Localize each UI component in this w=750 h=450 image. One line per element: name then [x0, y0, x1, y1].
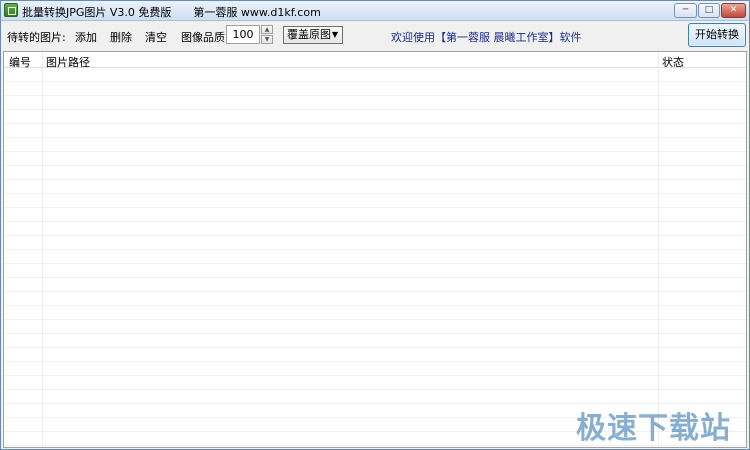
column-header-path[interactable]: 图片路径 [46, 54, 90, 70]
quality-label: 图像品质: [181, 31, 229, 44]
delete-button[interactable]: 删除 [110, 29, 132, 45]
start-convert-button[interactable]: 开始转换 [688, 23, 746, 47]
window-title: 批量转换JPG图片 V3.0 免费版 第一蓉服 www.d1kf.com [22, 6, 321, 19]
column-header-status[interactable]: 状态 [662, 54, 684, 70]
chevron-down-icon: ▼ [331, 30, 338, 39]
column-divider [42, 52, 43, 447]
column-header-number[interactable]: 编号 [9, 54, 31, 70]
add-button[interactable]: 添加 [75, 29, 97, 45]
title-bar[interactable]: 批量转换JPG图片 V3.0 免费版 第一蓉服 www.d1kf.com ─ □… [1, 1, 749, 21]
pending-images-label: 待转的图片: [7, 31, 66, 44]
app-icon [4, 3, 18, 17]
close-button[interactable]: ✕ [721, 3, 746, 18]
column-divider [658, 52, 659, 447]
output-mode-select[interactable]: 覆盖原图 ▼ [283, 26, 343, 44]
watermark-text: 极速下载站 [576, 411, 731, 446]
app-window: 批量转换JPG图片 V3.0 免费版 第一蓉服 www.d1kf.com ─ □… [0, 0, 750, 450]
welcome-text: 欢迎使用【第一蓉服 晨曦工作室】软件 [391, 31, 582, 44]
list-rows [4, 68, 746, 447]
quality-input[interactable] [226, 25, 260, 44]
spinner-down-icon[interactable]: ▼ [261, 35, 273, 44]
maximize-button[interactable]: □ [698, 3, 720, 18]
quality-spinner: ▲ ▼ [261, 25, 273, 44]
clear-button[interactable]: 清空 [145, 29, 167, 45]
minimize-button[interactable]: ─ [674, 3, 697, 18]
list-header: 编号 图片路径 状态 [4, 52, 746, 70]
spinner-up-icon[interactable]: ▲ [261, 25, 273, 34]
output-mode-value: 覆盖原图 [287, 28, 331, 41]
toolbar: 待转的图片: 添加 删除 清空 图像品质: ▲ ▼ 覆盖原图 ▼ 欢迎使用【第一… [1, 22, 749, 50]
image-list[interactable]: 编号 图片路径 状态 [3, 51, 747, 448]
